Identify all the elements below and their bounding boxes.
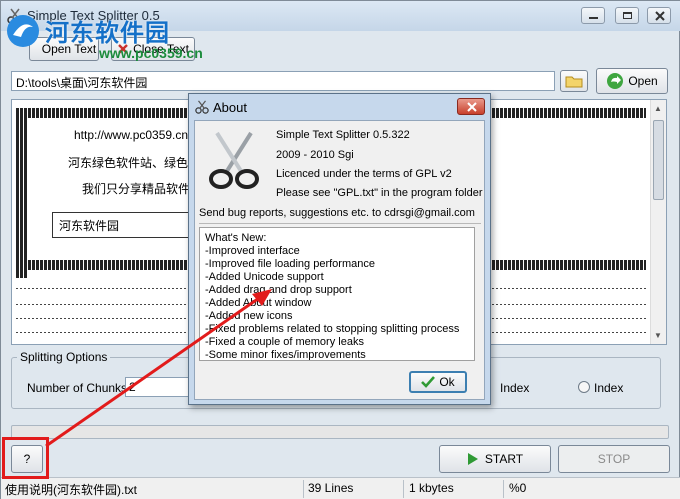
whats-new-line: -Improved interface — [205, 245, 300, 257]
ok-button[interactable]: Ok — [409, 371, 467, 393]
highlight-box — [2, 437, 49, 479]
scissors-logo-icon — [209, 131, 259, 189]
status-separator — [403, 480, 404, 498]
maximize-icon — [623, 12, 632, 19]
scroll-up-icon[interactable]: ▲ — [654, 104, 662, 113]
about-title: About — [213, 100, 247, 115]
preview-line: 河东绿色软件站、绿色 — [68, 156, 189, 170]
status-separator — [503, 480, 504, 498]
maximize-button[interactable] — [615, 7, 639, 24]
check-icon — [421, 376, 436, 388]
close-text-icon — [118, 44, 128, 54]
preview-scrollbar[interactable]: ▲ ▼ — [650, 100, 666, 344]
open-button[interactable]: Open — [596, 68, 668, 94]
status-size: 1 kbytes — [409, 481, 454, 495]
status-bar: 使用说明(河东软件园).txt 39 Lines 1 kbytes %0 — [1, 477, 680, 499]
play-icon — [467, 453, 478, 465]
index-radio-label-2: Index — [594, 381, 624, 395]
status-lines: 39 Lines — [308, 481, 354, 495]
stop-button[interactable]: STOP — [558, 445, 670, 473]
scissors-app-icon — [7, 8, 23, 24]
index-radio-label-1: Index — [500, 381, 530, 395]
about-close-button[interactable] — [457, 98, 485, 115]
divider — [199, 223, 481, 224]
whats-new-line: -Added Unicode support — [205, 271, 324, 283]
open-text-button[interactable]: Open Text — [29, 37, 99, 61]
window-title: Simple Text Splitter 0.5 — [27, 8, 160, 23]
whats-new-line: -Fixed problems related to stopping spli… — [205, 323, 460, 335]
about-dialog: About Simple Text Splitter 0.5.322 2009 … — [188, 93, 491, 405]
status-file: 使用说明(河东软件园).txt — [5, 483, 137, 497]
index-radio-2[interactable] — [578, 381, 590, 393]
about-gpl-note: Please see "GPL.txt" in the program fold… — [276, 187, 483, 199]
browse-folder-button[interactable] — [560, 70, 588, 92]
preview-line: 我们只分享精品软件 — [82, 182, 191, 196]
chunks-input[interactable]: 2 — [125, 377, 189, 397]
whats-new-line: What's New: — [205, 232, 267, 244]
file-path-field[interactable]: D:\tools\桌面\河东软件园 — [11, 71, 555, 91]
status-separator — [303, 480, 304, 498]
scroll-down-icon[interactable]: ▼ — [654, 331, 662, 340]
whats-new-line: -Some minor fixes/improvements — [205, 349, 366, 361]
whats-new-line: -Added About window — [205, 297, 312, 309]
preview-line: http://www.pc0359.cn — [74, 128, 189, 142]
about-license: Licenced under the terms of GPL v2 — [276, 168, 452, 180]
folder-icon — [565, 76, 583, 88]
about-bug-reports: Send bug reports, suggestions etc. to cd… — [199, 207, 475, 219]
ascii-border — [16, 108, 28, 278]
open-arrow-icon — [607, 73, 624, 89]
start-button[interactable]: START — [439, 445, 551, 473]
whats-new-box[interactable]: What's New: -Improved interface -Improve… — [199, 227, 475, 361]
about-body: Simple Text Splitter 0.5.322 2009 - 2010… — [194, 120, 485, 400]
about-years: 2009 - 2010 Sgi — [276, 149, 354, 161]
close-icon — [655, 11, 665, 21]
whats-new-line: -Added drag and drop support — [205, 284, 352, 296]
whats-new-line: -Fixed a couple of memory leaks — [205, 336, 364, 348]
minimize-icon — [589, 17, 598, 19]
chunks-label: Number of Chunks: — [27, 381, 131, 395]
splitting-options-title: Splitting Options — [17, 350, 111, 364]
scissors-icon — [195, 100, 209, 114]
status-percent: %0 — [509, 481, 527, 495]
preview-boxed-label: 河东软件园 — [52, 212, 192, 238]
minimize-button[interactable] — [581, 7, 605, 24]
close-text-button[interactable]: Close Text — [111, 37, 195, 61]
close-window-button[interactable] — [647, 7, 671, 24]
close-icon — [467, 102, 477, 112]
whats-new-line: -Added new icons — [205, 310, 293, 322]
whats-new-line: -Improved file loading performance — [205, 258, 375, 270]
scroll-thumb[interactable] — [653, 120, 664, 200]
title-bar: Simple Text Splitter 0.5 — [1, 1, 680, 31]
progress-bar — [11, 425, 669, 439]
about-app-name: Simple Text Splitter 0.5.322 — [276, 129, 410, 141]
